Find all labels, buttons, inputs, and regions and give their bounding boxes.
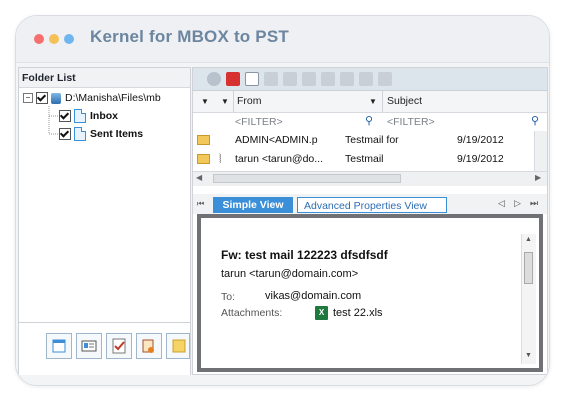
preview-from: tarun <tarun@domain.com> [221, 268, 359, 280]
hscroll-thumb[interactable] [213, 174, 401, 183]
search-icon[interactable]: ⚲ [531, 114, 539, 127]
column-from-dropdown-icon[interactable]: ▼ [369, 97, 377, 106]
save-txt-icon[interactable] [302, 72, 316, 86]
tab-simple-view[interactable]: Simple View [213, 197, 293, 213]
last-page-icon[interactable]: ⏭ [530, 198, 538, 209]
folder-list-header: Folder List [19, 68, 190, 88]
save-eml-icon[interactable] [283, 72, 297, 86]
column-divider [233, 91, 234, 112]
app-window: Kernel for MBOX to PST Folder List − D:\M… [15, 15, 550, 386]
scroll-right-icon[interactable]: ▶ [535, 173, 541, 182]
mail-preview: Fw: test mail 122223 dfsdfsdf tarun <tar… [201, 218, 539, 368]
preview-scroll-thumb[interactable] [524, 252, 533, 284]
mail-list-vscrollbar[interactable] [534, 131, 547, 171]
mail-date: 9/19/2012 [457, 134, 504, 146]
navigation-bar [19, 322, 190, 375]
journal-nav-button[interactable] [136, 333, 162, 359]
save-doc-icon[interactable] [378, 72, 392, 86]
title-bar: Kernel for MBOX to PST [16, 16, 549, 63]
root-label: D:\Manisha\Files\mb [65, 92, 161, 104]
sort-arrow-icon[interactable]: ▼ [201, 97, 209, 106]
prev-icon[interactable]: ◁ [498, 198, 505, 209]
calendar-icon [52, 339, 66, 353]
mail-subject: Testmail for [345, 134, 399, 146]
notes-nav-button[interactable] [166, 333, 190, 359]
contacts-nav-button[interactable] [76, 333, 102, 359]
column-divider [382, 91, 383, 112]
next-icon[interactable]: ▷ [514, 198, 521, 209]
excel-file-icon: X [315, 306, 328, 320]
maximize-dot[interactable] [64, 34, 74, 44]
column-from[interactable]: From [237, 95, 262, 107]
search-icon[interactable]: ⚲ [365, 114, 373, 127]
refresh-icon[interactable] [207, 72, 221, 86]
mail-list-hscrollbar[interactable]: ◀ ▶ [193, 171, 547, 186]
scroll-left-icon[interactable]: ◀ [196, 173, 202, 182]
mail-icon[interactable] [245, 72, 259, 86]
tree-lines [48, 106, 59, 135]
from-filter-input[interactable]: <FILTER> [235, 116, 283, 128]
view-tabs: ⏮ Simple View Advanced Properties View ◁… [193, 194, 547, 214]
first-page-icon[interactable]: ⏮ [197, 199, 204, 209]
sent-items-label: Sent Items [90, 128, 144, 140]
mail-from: tarun <tarun@do... [235, 153, 324, 165]
save-msg-icon[interactable] [264, 72, 278, 86]
minimize-dot[interactable] [49, 34, 59, 44]
window-title: Kernel for MBOX to PST [90, 27, 289, 46]
save-html-icon[interactable] [359, 72, 373, 86]
journal-icon [142, 339, 154, 353]
tasks-nav-button[interactable] [106, 333, 132, 359]
envelope-icon [197, 135, 210, 145]
preview-to: vikas@domain.com [265, 290, 362, 302]
preview-vscrollbar[interactable]: ▲ ▼ [521, 234, 536, 364]
preview-attachment-link[interactable]: test 22.xls [333, 307, 383, 319]
task-check-icon [112, 338, 126, 354]
mail-list-header: ▼ ▼ From ▼ Subject [193, 91, 547, 113]
preview-frame: Fw: test mail 122223 dfsdfsdf tarun <tar… [197, 214, 543, 372]
calendar-nav-button[interactable] [46, 333, 72, 359]
app-body: Folder List − D:\Manisha\Files\mb Inbox S… [16, 63, 549, 385]
save-rtf-icon[interactable] [321, 72, 335, 86]
save-pdf-icon[interactable] [340, 72, 354, 86]
mail-from: ADMIN<ADMIN.p [235, 134, 318, 146]
mail-row[interactable]: ADMIN<ADMIN.p Testmail for 9/19/2012 [193, 131, 533, 150]
contact-card-icon [81, 340, 97, 352]
envelope-icon [197, 154, 210, 164]
preview-subject: Fw: test mail 122223 dfsdfsdf [221, 248, 388, 262]
mail-pane: ▼ ▼ From ▼ Subject <FILTER> ⚲ <FILTER> ⚲… [192, 67, 548, 375]
mail-date: 9/19/2012 [457, 153, 504, 165]
close-dot[interactable] [34, 34, 44, 44]
preview-attachments-label: Attachments: [221, 307, 283, 319]
tab-advanced-properties-view[interactable]: Advanced Properties View [297, 197, 447, 213]
folder-list-pane: Folder List − D:\Manisha\Files\mb Inbox S… [18, 67, 191, 375]
mail-subject: Testmail [345, 153, 384, 165]
scroll-up-icon[interactable]: ▲ [525, 236, 532, 243]
toolbar [193, 68, 547, 91]
mail-row[interactable]: ⦚ tarun <tarun@do... Testmail 9/19/2012 [193, 150, 533, 169]
filter-row: <FILTER> ⚲ <FILTER> ⚲ [193, 113, 547, 131]
preview-to-label: To: [221, 291, 236, 303]
notes-icon [172, 339, 186, 353]
subject-filter-input[interactable]: <FILTER> [387, 116, 435, 128]
stop-hand-icon[interactable] [226, 72, 240, 86]
inbox-label: Inbox [90, 110, 118, 122]
sort-arrow-icon[interactable]: ▼ [221, 97, 229, 106]
scroll-down-icon[interactable]: ▼ [525, 352, 532, 359]
column-subject[interactable]: Subject [387, 95, 422, 107]
attachment-paperclip-icon: ⦚ [219, 152, 222, 166]
